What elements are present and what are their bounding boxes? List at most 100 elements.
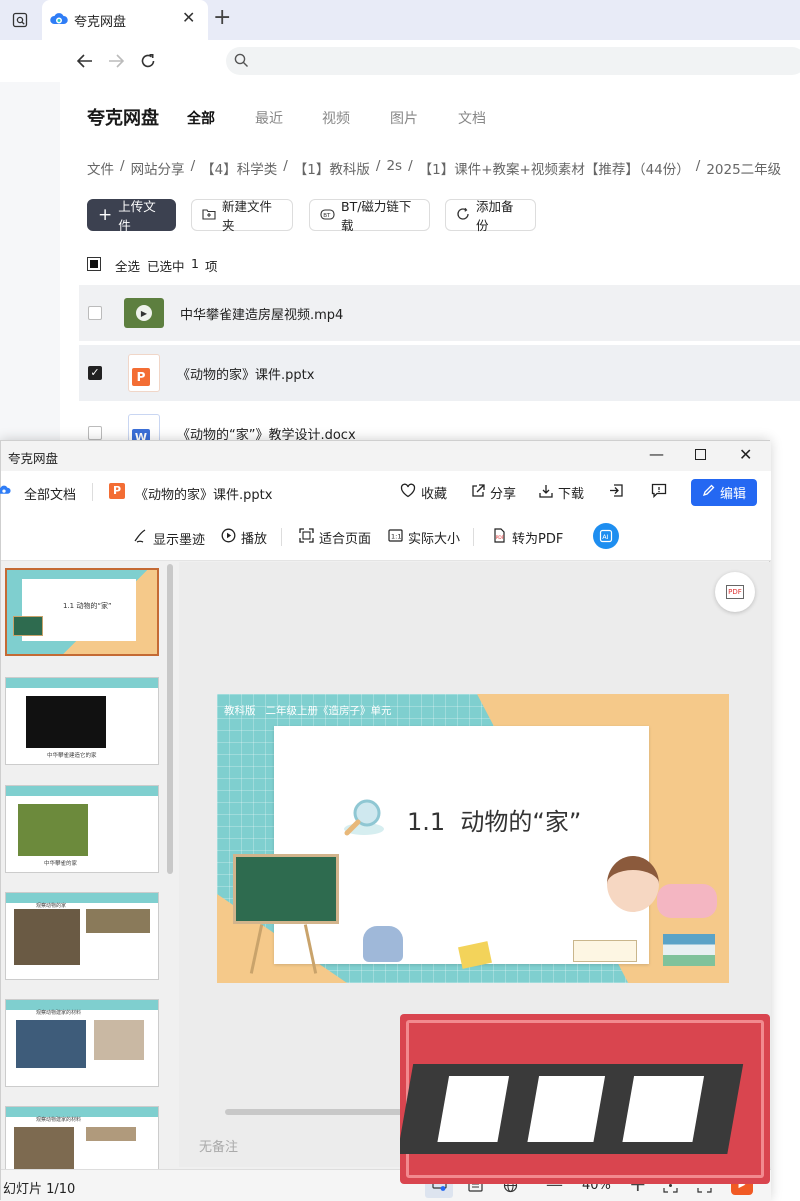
tab-image[interactable]: 图片 [390, 108, 418, 128]
edit-label: 编辑 [719, 487, 746, 502]
ai-assistant-icon[interactable]: AI [593, 523, 619, 549]
video-thumbnail: ▶ [124, 298, 164, 328]
thumbnail-caption: 中华攀雀的家 [44, 861, 78, 867]
crumb-item[interactable]: 文件 [87, 158, 114, 178]
share-button[interactable]: 分享 [471, 483, 516, 502]
tab-docs[interactable]: 文档 [458, 108, 486, 128]
search-icon [234, 53, 249, 72]
bt-download-button[interactable]: BT BT/磁力链下载 [309, 199, 430, 233]
slide-thumbnail[interactable]: 1.1 动物的“家” [5, 568, 159, 656]
select-all-label[interactable]: 全选 [115, 256, 140, 275]
svg-text:1:1: 1:1 [391, 533, 401, 541]
file-row[interactable]: ▶ 中华攀雀建造房屋视频.mp4 [79, 285, 800, 341]
new-folder-button[interactable]: 新建文件夹 [191, 199, 293, 233]
file-row[interactable]: ✓ P 《动物的家》课件.pptx [79, 345, 800, 401]
back-icon[interactable] [74, 50, 96, 72]
share-label: 分享 [490, 487, 517, 502]
divider [281, 528, 282, 546]
pptx-badge-icon: P [109, 483, 125, 499]
show-ink-label: 显示墨迹 [153, 532, 206, 548]
crumb-item[interactable]: 【1】教科版 [294, 158, 370, 178]
tab-search-icon[interactable] [8, 8, 32, 32]
edit-button[interactable]: 编辑 [691, 479, 757, 506]
thumbnail-title: 1.1 动物的“家” [63, 602, 112, 610]
slide-thumbnail-panel: 1.1 动物的“家” 中华攀雀建造它的家 中华攀雀的家 观察动物的家 观察动物建… [1, 562, 177, 1194]
tab-recent[interactable]: 最近 [255, 108, 283, 128]
magnifier-icon [342, 797, 388, 843]
favorite-button[interactable]: 收藏 [400, 483, 447, 502]
file-checkbox-checked[interactable]: ✓ [88, 366, 102, 380]
open-external-icon[interactable] [609, 483, 624, 502]
maximize-icon[interactable] [695, 449, 706, 460]
feedback-icon[interactable] [651, 483, 667, 502]
actual-size-icon: 1:1 [388, 528, 403, 547]
crumb-item[interactable]: 2s [386, 158, 402, 178]
file-checkbox[interactable] [88, 306, 102, 320]
play-button[interactable]: 播放 [221, 528, 267, 547]
download-button[interactable]: 下载 [539, 483, 584, 502]
girl-illustration [607, 856, 659, 912]
thumbnail-scrollbar[interactable] [167, 564, 173, 874]
viewer-titlebar: 夸克网盘 — ✕ [1, 441, 771, 471]
browser-tab[interactable]: 夸克网盘 ✕ [42, 0, 208, 40]
thumbnail-caption: 观察动物建家的材料 [36, 1117, 82, 1123]
address-bar[interactable] [226, 47, 800, 75]
slide-thumbnail[interactable]: 观察动物的家 [5, 892, 159, 980]
add-backup-button[interactable]: 添加备份 [445, 199, 536, 233]
backpack-illustration [363, 926, 403, 962]
file-name[interactable]: 《动物的家》课件.pptx [177, 364, 314, 383]
fit-page-icon [299, 528, 314, 547]
plus-icon: + [98, 204, 113, 225]
thumbnail-caption: 中华攀雀建造它的家 [47, 753, 97, 759]
download-icon [539, 484, 553, 502]
all-docs-link[interactable]: 全部文档 [24, 484, 76, 503]
new-folder-label: 新建文件夹 [222, 199, 273, 233]
slide-preview: 教科版 二年级上册《造房子》单元 1.1 动物的“家” [217, 694, 729, 983]
slide-thumbnail[interactable]: 中华攀雀的家 [5, 785, 159, 873]
crumb-sep: / [375, 158, 381, 174]
upload-button[interactable]: + 上传文件 [87, 199, 176, 233]
kejianzhan-watermark-stamp [400, 1014, 770, 1184]
slide-title: 1.1 动物的“家” [407, 808, 582, 836]
crumb-item[interactable]: 【1】课件+教案+视频素材【推荐】（44份） [419, 158, 690, 178]
to-pdf-button[interactable]: PDF 转为PDF [492, 528, 563, 547]
slide-indicator: 幻灯片 1/10 [3, 1182, 76, 1197]
viewer-file-name: 《动物的家》课件.pptx [135, 488, 273, 503]
forward-icon[interactable] [105, 50, 127, 72]
crumb-sep: / [190, 158, 196, 174]
tab-close-icon[interactable]: ✕ [182, 8, 195, 27]
slide-thumbnail[interactable]: 中华攀雀建造它的家 [5, 677, 159, 765]
new-tab-icon[interactable]: + [213, 5, 231, 30]
crumb-sep: / [408, 158, 413, 174]
actual-size-button[interactable]: 1:1 实际大小 [388, 528, 460, 547]
file-checkbox[interactable] [88, 426, 102, 440]
bt-download-label: BT/磁力链下载 [341, 199, 412, 233]
actual-size-label: 实际大小 [408, 532, 461, 547]
svg-text:BT: BT [323, 213, 331, 219]
fit-page-button[interactable]: 适合页面 [299, 528, 371, 547]
crumb-item[interactable]: 2025二年级 [706, 158, 781, 178]
close-icon[interactable]: ✕ [739, 445, 752, 464]
selected-prefix: 已选中 [147, 259, 185, 274]
quark-cloud-icon [0, 484, 11, 500]
crumb-item[interactable]: 【4】科学类 [201, 158, 277, 178]
slide-thumbnail[interactable]: 观察动物建家的材料 [5, 999, 159, 1087]
drive-sidebar [0, 82, 60, 442]
reload-icon[interactable] [137, 50, 159, 72]
file-name[interactable]: 中华攀雀建造房屋视频.mp4 [180, 304, 343, 323]
minimize-icon[interactable]: — [649, 445, 664, 463]
add-backup-label: 添加备份 [476, 199, 514, 233]
thumbnail-caption: 观察动物的家 [36, 903, 67, 909]
svg-text:AI: AI [602, 533, 608, 541]
open-book-illustration [573, 940, 637, 962]
show-ink-button[interactable]: 显示墨迹 [132, 528, 205, 548]
watermark-logo-art [400, 1064, 744, 1154]
quark-cloud-icon [50, 11, 68, 31]
selected-count: 1 [191, 256, 199, 271]
tab-all[interactable]: 全部 [187, 108, 215, 128]
tab-video[interactable]: 视频 [322, 108, 350, 128]
crumb-item[interactable]: 网站分享 [131, 158, 185, 178]
pdf-export-button[interactable]: PDF [715, 572, 755, 612]
select-all-checkbox[interactable] [87, 257, 101, 271]
slide-header: 教科版 二年级上册《造房子》单元 [224, 705, 392, 717]
